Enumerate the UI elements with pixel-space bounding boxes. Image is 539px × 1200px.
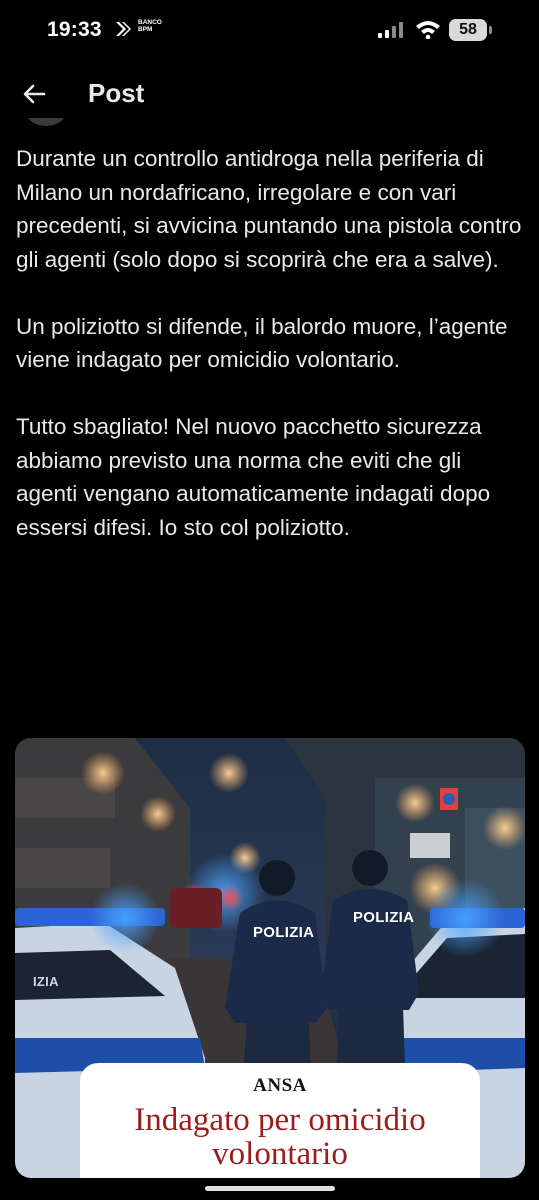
top-app-bar: Post [0, 62, 539, 126]
news-headline-line2: volontario [212, 1136, 348, 1172]
post-paragraph: Un poliziotto si difende, il balordo muo… [16, 313, 508, 373]
bank-app-icon [116, 22, 131, 36]
officer-left-label: POLIZIA [253, 924, 315, 941]
cellular-signal-icon [378, 22, 403, 38]
status-time: 19:33 [47, 18, 102, 41]
status-bar: 19:33 BANCO BPM 58 [0, 0, 539, 62]
news-card: ANSA Indagato per omicidio volontario [80, 1063, 480, 1178]
car-label: IZIA [33, 974, 59, 989]
battery-percentage: 58 [459, 21, 477, 38]
news-headline-line1: Indagato per omicidio [134, 1102, 426, 1138]
bank-label-line1: BANCO [138, 19, 162, 26]
news-source: ANSA [253, 1075, 307, 1096]
post-image[interactable]: POLIZIA POLIZIA IZIA ANSA Indagato per o… [15, 738, 525, 1178]
bank-label-line2: BPM [138, 26, 153, 33]
page-title: Post [88, 78, 145, 108]
post-text: Durante un controllo antidroga nella per… [16, 142, 524, 544]
arrow-left-icon[interactable] [20, 80, 48, 108]
home-indicator[interactable] [205, 1186, 335, 1191]
battery-tip [489, 26, 492, 34]
battery-indicator: 58 [449, 19, 487, 41]
officer-right-label: POLIZIA [353, 909, 415, 926]
post-paragraph: Tutto sbagliato! Nel nuovo pacchetto sic… [16, 414, 491, 540]
wifi-icon [416, 21, 440, 39]
post-paragraph: Durante un controllo antidroga nella per… [16, 146, 522, 272]
bank-label: BANCO BPM [138, 19, 162, 33]
author-avatar-partial[interactable] [18, 118, 78, 132]
news-headline: Indagato per omicidio volontario [80, 1103, 480, 1171]
